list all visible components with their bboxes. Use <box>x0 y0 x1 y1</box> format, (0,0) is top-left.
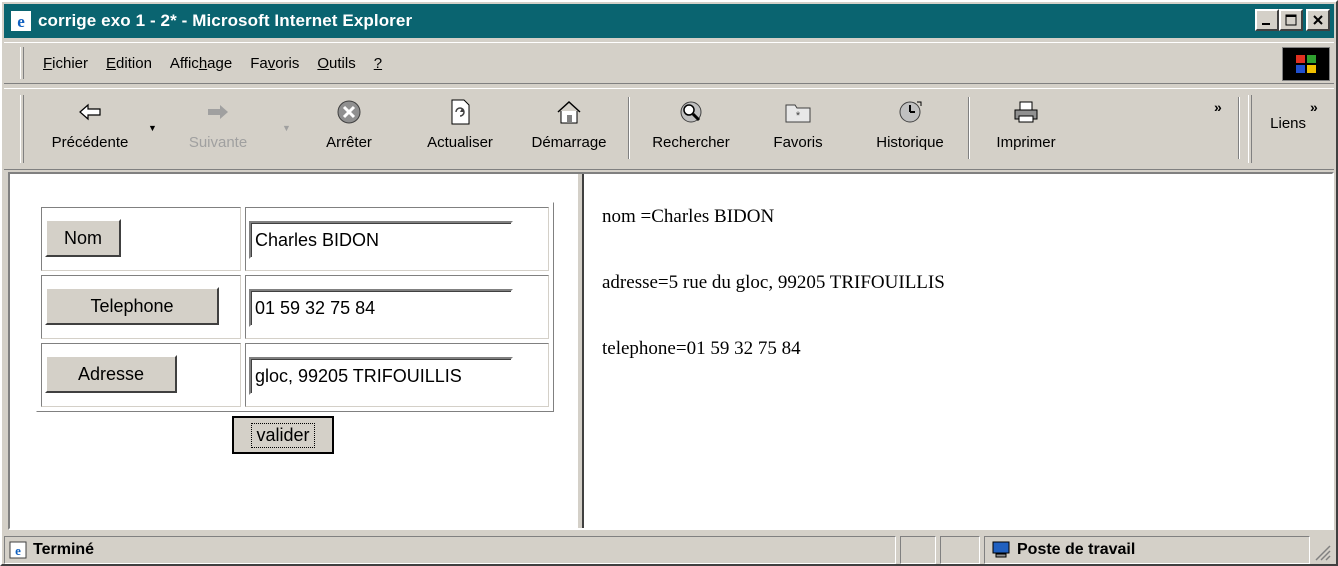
home-icon <box>555 98 583 126</box>
stop-label: Arrêter <box>326 134 372 151</box>
menu-label-pre: Affic <box>169 54 199 72</box>
toolbar-separator <box>968 97 970 159</box>
back-dropdown-icon[interactable]: ▼ <box>148 123 157 133</box>
search-label: Rechercher <box>652 134 730 151</box>
print-button[interactable]: Imprimer <box>980 95 1072 163</box>
links-bar[interactable]: Liens <box>1270 115 1306 132</box>
valider-label: valider <box>251 422 315 448</box>
window-controls <box>1255 9 1330 31</box>
menu-help[interactable]: ? <box>365 51 391 76</box>
toolbar-grip <box>20 95 24 163</box>
nom-button[interactable]: Nom <box>45 219 121 257</box>
adresse-button[interactable]: Adresse <box>45 355 177 393</box>
close-icon <box>1313 15 1323 25</box>
nom-field[interactable]: Charles BIDON <box>249 221 513 259</box>
title-bar: e corrige exo 1 - 2* - Microsoft Interne… <box>4 4 1334 38</box>
telephone-button[interactable]: Telephone <box>45 287 219 325</box>
window-title: corrige exo 1 - 2* - Microsoft Internet … <box>38 11 413 30</box>
minimize-icon <box>1262 23 1270 25</box>
search-button[interactable]: Rechercher <box>636 95 746 163</box>
form-frame: Nom Charles BIDON Telephone 01 59 32 75 … <box>12 176 574 526</box>
menu-label-pre: Fa <box>250 54 268 72</box>
ie-logo-icon: e <box>10 10 32 32</box>
close-button[interactable] <box>1306 9 1330 31</box>
svg-text:e: e <box>17 12 25 31</box>
menu-label-post: age <box>207 54 233 72</box>
svg-text:*: * <box>796 110 801 122</box>
history-icon <box>896 98 924 126</box>
toolbar-separator <box>1238 97 1240 159</box>
refresh-icon <box>446 98 474 126</box>
refresh-button[interactable]: Actualiser <box>412 95 508 163</box>
menu-label-key: F <box>43 54 53 72</box>
form-table: Nom Charles BIDON Telephone 01 59 32 75 … <box>36 202 554 412</box>
menu-grip <box>20 47 24 79</box>
forward-dropdown-icon: ▼ <box>282 123 291 133</box>
toolbar-chevron-icon[interactable]: » <box>1214 99 1222 115</box>
status-main: e Terminé <box>4 536 896 564</box>
page-done-icon: e <box>9 541 27 559</box>
history-label: Historique <box>876 134 944 151</box>
menu-label-key: E <box>106 54 117 72</box>
links-chevron-icon[interactable]: » <box>1310 99 1318 115</box>
menu-label-key: ? <box>373 54 383 72</box>
print-label: Imprimer <box>996 134 1056 151</box>
result-telephone: telephone=01 59 32 75 84 <box>602 338 801 359</box>
result-adresse: adresse=5 rue du gloc, 99205 TRIFOUILLIS <box>602 272 945 293</box>
status-text: Terminé <box>33 541 95 558</box>
menu-label-key: h <box>198 54 208 72</box>
home-label: Démarrage <box>531 134 607 151</box>
result-frame: nom =Charles BIDON adresse=5 rue du gloc… <box>586 176 1330 526</box>
refresh-label: Actualiser <box>427 134 493 151</box>
menu-fichier[interactable]: Fichier <box>34 51 97 76</box>
menu-label-post: ichier <box>52 54 89 72</box>
result-nom: nom =Charles BIDON <box>602 206 775 227</box>
stop-icon <box>335 98 363 126</box>
search-globe-icon <box>677 98 705 126</box>
telephone-field[interactable]: 01 59 32 75 84 <box>249 289 513 327</box>
resize-grip-icon[interactable] <box>1312 542 1332 562</box>
back-label: Précédente <box>51 134 129 151</box>
history-button[interactable]: Historique <box>860 95 960 163</box>
menu-bar: Fichier Edition Affichage Favoris Outils… <box>4 42 1334 84</box>
adresse-field[interactable]: gloc, 99205 TRIFOUILLIS <box>249 357 513 395</box>
menu-favoris[interactable]: Favoris <box>241 51 308 76</box>
maximize-icon <box>1285 14 1297 26</box>
printer-icon <box>1012 98 1040 126</box>
frame-divider[interactable] <box>576 174 584 528</box>
maximize-button[interactable] <box>1279 9 1303 31</box>
links-grip <box>1248 95 1252 163</box>
browser-window: e corrige exo 1 - 2* - Microsoft Interne… <box>0 0 1338 566</box>
forward-label: Suivante <box>188 134 248 151</box>
menu-label-key: O <box>317 54 330 72</box>
menu-outils[interactable]: Outils <box>308 51 364 76</box>
windows-logo-icon <box>1282 47 1330 81</box>
status-zone: Poste de travail <box>984 536 1310 564</box>
computer-icon <box>991 541 1011 559</box>
back-button[interactable]: Précédente <box>38 95 142 163</box>
content-area: Nom Charles BIDON Telephone 01 59 32 75 … <box>8 172 1334 530</box>
status-cell <box>940 536 980 564</box>
minimize-button[interactable] <box>1255 9 1279 31</box>
standard-toolbar: Précédente ▼ Suivante ▼ Arrêter Actualis… <box>4 88 1334 170</box>
favorites-folder-icon: * <box>784 98 812 126</box>
stop-button[interactable]: Arrêter <box>306 95 392 163</box>
forward-button: Suivante <box>172 95 264 163</box>
back-arrow-icon <box>76 98 104 126</box>
menu-label-post: dition <box>116 54 152 72</box>
menu-label-post: oris <box>275 54 300 72</box>
status-cell <box>900 536 936 564</box>
status-bar: e Terminé Poste de travail <box>4 534 1334 564</box>
menu-label-post: utils <box>329 54 356 72</box>
toolbar-separator <box>628 97 630 159</box>
favorites-button[interactable]: * Favoris <box>760 95 836 163</box>
favorites-label: Favoris <box>773 134 823 151</box>
home-button[interactable]: Démarrage <box>520 95 618 163</box>
valider-button[interactable]: valider <box>232 416 334 454</box>
zone-label: Poste de travail <box>1017 541 1136 558</box>
menu-affichage[interactable]: Affichage <box>161 51 241 76</box>
svg-text:e: e <box>15 543 21 558</box>
forward-arrow-icon <box>204 98 232 126</box>
menu-edition[interactable]: Edition <box>97 51 161 76</box>
